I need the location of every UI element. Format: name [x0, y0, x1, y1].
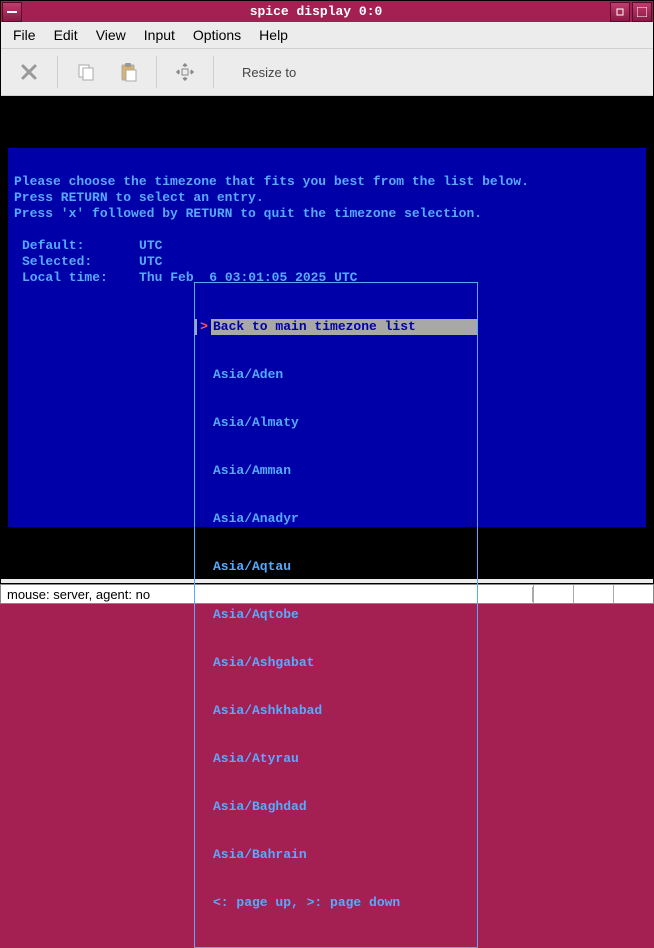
list-item[interactable]: Asia/Bahrain	[195, 847, 477, 863]
console-text: Selected: UTC	[14, 254, 162, 269]
minimize-button[interactable]	[610, 2, 630, 22]
console-text: Default: UTC	[14, 238, 162, 253]
timezone-listbox[interactable]: Back to main timezone list Asia/Aden Asi…	[194, 282, 478, 948]
list-item[interactable]: Asia/Anadyr	[195, 511, 477, 527]
list-item[interactable]: Asia/Aqtobe	[195, 607, 477, 623]
window-body: File Edit View Input Options Help Resize…	[0, 22, 654, 584]
status-cell	[613, 585, 653, 603]
list-hint: <: page up, >: page down	[195, 895, 477, 911]
list-item[interactable]: Asia/Baghdad	[195, 799, 477, 815]
resize-label: Resize to	[242, 65, 296, 80]
list-item[interactable]: Asia/Almaty	[195, 415, 477, 431]
console-text: Press RETURN to select an entry.	[14, 190, 264, 205]
maximize-button[interactable]	[632, 2, 652, 22]
display-area[interactable]: Please choose the timezone that fits you…	[1, 96, 653, 579]
toolbar-separator	[156, 56, 157, 88]
menu-file[interactable]: File	[13, 27, 36, 43]
menubar: File Edit View Input Options Help	[1, 22, 653, 48]
list-item[interactable]: Asia/Ashgabat	[195, 655, 477, 671]
console: Please choose the timezone that fits you…	[8, 148, 646, 527]
menu-options[interactable]: Options	[193, 27, 241, 43]
list-item[interactable]: Asia/Aqtau	[195, 559, 477, 575]
toolbar-separator	[57, 56, 58, 88]
console-text: Press 'x' followed by RETURN to quit the…	[14, 206, 482, 221]
menu-help[interactable]: Help	[259, 27, 288, 43]
list-item[interactable]: Back to main timezone list	[195, 319, 477, 335]
status-cell	[533, 585, 573, 603]
copy-icon[interactable]	[66, 52, 106, 92]
close-icon[interactable]	[9, 52, 49, 92]
menu-edit[interactable]: Edit	[54, 27, 78, 43]
list-item[interactable]: Asia/Aden	[195, 367, 477, 383]
list-item[interactable]: Asia/Atyrau	[195, 751, 477, 767]
toolbar: Resize to	[1, 48, 653, 96]
list-item[interactable]: Asia/Ashkhabad	[195, 703, 477, 719]
paste-icon[interactable]	[108, 52, 148, 92]
titlebar: spice display 0:0	[0, 0, 654, 22]
menu-input[interactable]: Input	[144, 27, 175, 43]
window-title: spice display 0:0	[23, 4, 609, 19]
window-menu-button[interactable]	[2, 2, 22, 22]
status-cell	[573, 585, 613, 603]
console-text: Please choose the timezone that fits you…	[14, 174, 529, 189]
fullscreen-icon[interactable]	[165, 52, 205, 92]
list-item[interactable]: Asia/Amman	[195, 463, 477, 479]
menu-view[interactable]: View	[96, 27, 126, 43]
toolbar-separator	[213, 56, 214, 88]
